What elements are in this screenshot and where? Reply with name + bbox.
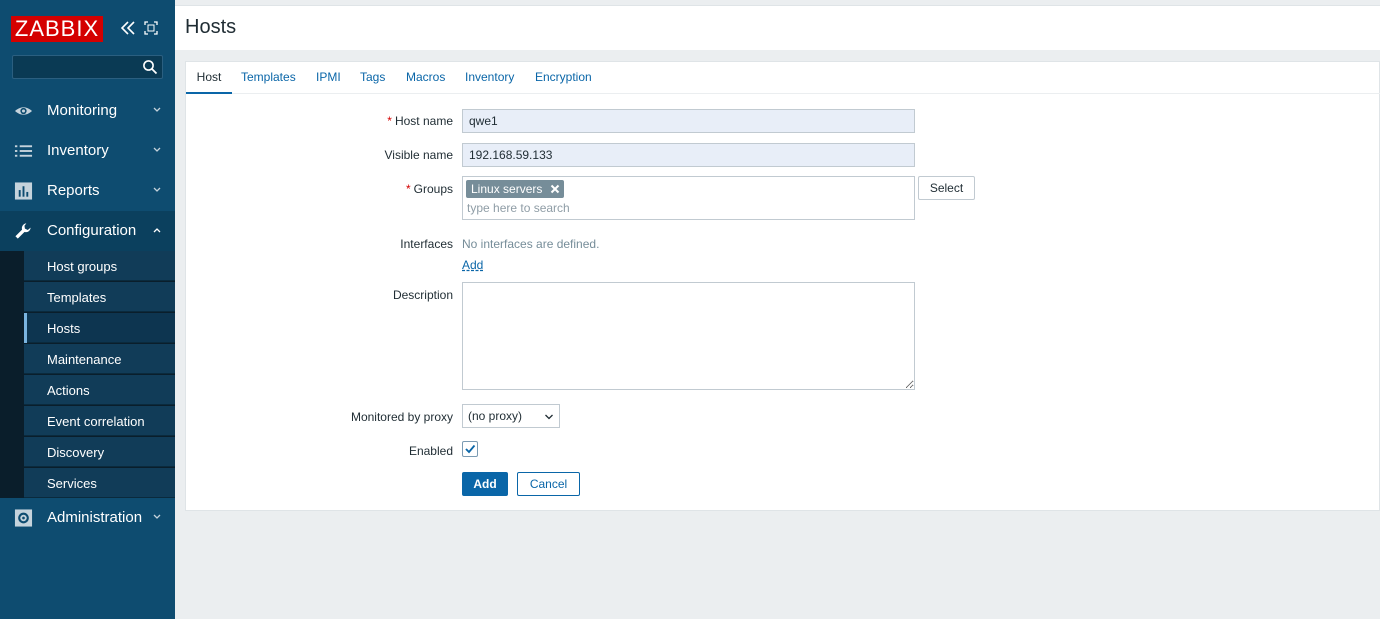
description-label: Description bbox=[392, 288, 453, 302]
host-name-input[interactable] bbox=[462, 109, 915, 133]
tab-encryption[interactable]: Encryption bbox=[535, 70, 592, 94]
tab-bar: Host Templates IPMI Tags Macros Inventor… bbox=[186, 62, 1380, 94]
submenu-label: Hosts bbox=[47, 321, 81, 336]
submenu-templates[interactable]: Templates bbox=[24, 282, 175, 312]
tab-host[interactable]: Host bbox=[186, 70, 232, 94]
chevron-down-icon bbox=[153, 107, 161, 112]
submenu-actions[interactable]: Actions bbox=[24, 375, 175, 405]
group-chip: Linux servers bbox=[466, 180, 565, 198]
proxy-select[interactable]: (no proxy) bbox=[462, 404, 560, 428]
add-button[interactable]: Add bbox=[462, 472, 508, 496]
enabled-label: Enabled bbox=[408, 444, 453, 458]
page-header: Hosts bbox=[175, 5, 1380, 50]
tab-macros[interactable]: Macros bbox=[406, 70, 445, 94]
menu-administration[interactable]: Administration bbox=[0, 498, 175, 538]
visible-name-label: Visible name bbox=[384, 148, 453, 162]
required-marker: * bbox=[405, 182, 411, 196]
host-name-label: * Host name bbox=[186, 114, 453, 128]
visible-name-input[interactable] bbox=[462, 143, 915, 167]
tab-templates[interactable]: Templates bbox=[241, 70, 296, 94]
remove-chip-icon[interactable] bbox=[549, 183, 561, 195]
gear-icon bbox=[14, 509, 33, 527]
brand-area: ZABBIX bbox=[0, 0, 175, 52]
zabbix-logo[interactable]: ZABBIX bbox=[11, 16, 103, 42]
submenu-services[interactable]: Services bbox=[24, 468, 175, 498]
menu-monitoring[interactable]: Monitoring bbox=[0, 91, 175, 131]
groups-label-text: Groups bbox=[413, 182, 453, 196]
submenu-host-groups[interactable]: Host groups bbox=[24, 251, 175, 281]
chevron-down-icon bbox=[153, 187, 161, 192]
proxy-label: Monitored by proxy bbox=[350, 410, 453, 424]
kiosk-mode-icon[interactable] bbox=[144, 21, 158, 35]
sidebar: ZABBIX Monitoring Inventory Reports Conf… bbox=[0, 0, 175, 619]
chevron-down-icon bbox=[545, 414, 553, 420]
submenu-label: Actions bbox=[47, 383, 90, 398]
submenu-label: Discovery bbox=[47, 445, 105, 460]
no-interfaces-text: No interfaces are defined. bbox=[462, 237, 600, 251]
tab-ipmi[interactable]: IPMI bbox=[316, 70, 341, 94]
chevron-down-icon bbox=[153, 514, 161, 519]
bar-chart-icon bbox=[14, 182, 33, 200]
submenu-label: Maintenance bbox=[47, 352, 122, 367]
add-interface-link[interactable]: Add bbox=[462, 258, 483, 272]
search-icon[interactable] bbox=[142, 59, 158, 75]
collapse-sidebar-icon[interactable] bbox=[120, 18, 136, 38]
menu-label: Reports bbox=[47, 182, 100, 199]
host-name-label-text: Host name bbox=[394, 114, 453, 128]
description-textarea[interactable] bbox=[462, 282, 915, 390]
sidebar-search bbox=[12, 55, 163, 79]
submenu-hosts[interactable]: Hosts bbox=[24, 313, 175, 343]
submenu-event-correlation[interactable]: Event correlation bbox=[24, 406, 175, 436]
menu-label: Administration bbox=[47, 509, 143, 526]
sidebar-search-input[interactable] bbox=[13, 56, 138, 78]
interfaces-label: Interfaces bbox=[400, 237, 453, 251]
submenu-label: Event correlation bbox=[47, 414, 145, 429]
menu-configuration[interactable]: Configuration bbox=[0, 211, 175, 251]
groups-multiselect[interactable]: Linux servers bbox=[462, 176, 915, 220]
submenu-label: Services bbox=[47, 476, 97, 491]
chevron-up-icon bbox=[153, 228, 161, 233]
menu-label: Configuration bbox=[47, 222, 137, 239]
tab-tags[interactable]: Tags bbox=[360, 70, 385, 94]
submenu-discovery[interactable]: Discovery bbox=[24, 437, 175, 467]
host-form-card: Host Templates IPMI Tags Macros Inventor… bbox=[185, 61, 1380, 511]
eye-icon bbox=[14, 107, 33, 115]
tab-inventory[interactable]: Inventory bbox=[465, 70, 514, 94]
configuration-submenu: Host groups Templates Hosts Maintenance … bbox=[0, 251, 175, 498]
cancel-button[interactable]: Cancel bbox=[517, 472, 580, 496]
chevron-down-icon bbox=[153, 147, 161, 152]
menu-reports[interactable]: Reports bbox=[0, 171, 175, 211]
group-chip-label: Linux servers bbox=[471, 182, 543, 196]
groups-label: * Groups bbox=[186, 182, 453, 196]
proxy-select-value: (no proxy) bbox=[468, 409, 523, 423]
menu-label: Inventory bbox=[47, 142, 109, 159]
submenu-maintenance[interactable]: Maintenance bbox=[24, 344, 175, 374]
checkmark-icon bbox=[465, 444, 476, 454]
groups-search-input[interactable] bbox=[467, 200, 907, 216]
submenu-label: Templates bbox=[47, 290, 107, 305]
required-marker: * bbox=[387, 114, 392, 128]
menu-label: Monitoring bbox=[47, 102, 118, 119]
page-title: Hosts bbox=[185, 16, 237, 38]
groups-select-button[interactable]: Select bbox=[918, 176, 975, 200]
enabled-checkbox[interactable] bbox=[462, 441, 478, 457]
menu-inventory[interactable]: Inventory bbox=[0, 131, 175, 171]
list-icon bbox=[14, 145, 33, 157]
wrench-icon bbox=[15, 223, 31, 239]
submenu-label: Host groups bbox=[47, 259, 118, 274]
